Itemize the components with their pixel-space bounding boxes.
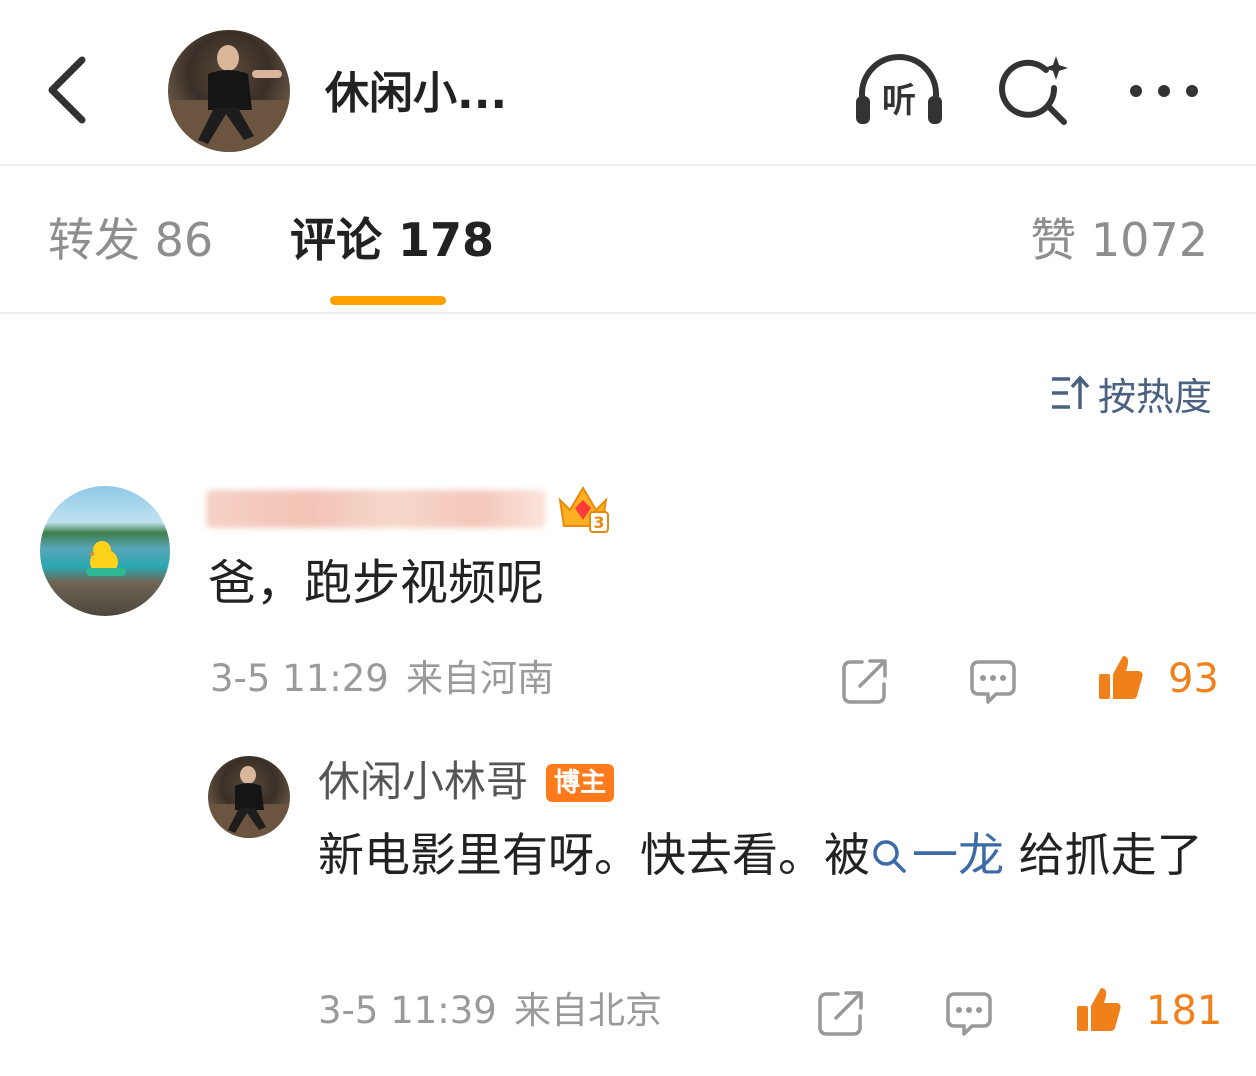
more-icon[interactable] bbox=[1124, 76, 1204, 106]
reply-location: 来自北京 bbox=[514, 989, 662, 1032]
mention-link[interactable]: 一龙 bbox=[870, 828, 1004, 882]
sort-label: 按热度 bbox=[1097, 374, 1212, 419]
search-mention-icon bbox=[873, 840, 906, 873]
search-icon[interactable] bbox=[996, 54, 1072, 130]
reply-author-name[interactable]: 休闲小林哥 bbox=[318, 752, 528, 812]
reply-like-icon[interactable] bbox=[1074, 984, 1124, 1034]
header-avatar[interactable] bbox=[168, 30, 290, 152]
reply-time: 3-5 11:39 bbox=[318, 989, 497, 1032]
reply-text-before: 新电影里有呀。快去看。被 bbox=[318, 828, 870, 882]
mention-text: 一龙 bbox=[912, 828, 1004, 882]
comment-like-count: 93 bbox=[1168, 656, 1219, 702]
commenter-avatar[interactable] bbox=[40, 486, 170, 616]
reply-icon[interactable] bbox=[968, 656, 1018, 706]
page-title: 休闲小... bbox=[325, 68, 508, 119]
tabs-divider bbox=[0, 312, 1256, 314]
sort-button[interactable]: 按热度 bbox=[1050, 366, 1212, 420]
active-tab-indicator bbox=[330, 296, 446, 305]
comment-text: 爸，跑步视频呢 bbox=[208, 555, 545, 611]
tab-comments[interactable]: 评论 178 bbox=[290, 208, 494, 272]
reply-share-icon[interactable] bbox=[816, 988, 866, 1038]
reply-comment-icon[interactable] bbox=[944, 988, 994, 1038]
reply-text: 新电影里有呀。快去看。被 一龙 给抓走了 bbox=[318, 822, 1218, 888]
like-icon[interactable] bbox=[1096, 652, 1146, 702]
reply-text-after: 给抓走了 bbox=[1004, 828, 1203, 882]
tab-likes[interactable]: 赞 1072 bbox=[1030, 208, 1208, 272]
share-icon[interactable] bbox=[840, 656, 890, 706]
listen-icon[interactable]: 听 bbox=[852, 52, 946, 128]
header-divider bbox=[0, 164, 1256, 166]
tab-repost[interactable]: 转发 86 bbox=[48, 208, 213, 272]
reply-like-count: 181 bbox=[1146, 988, 1223, 1034]
comment-time: 3-5 11:29 bbox=[210, 657, 389, 700]
author-badge: 博主 bbox=[546, 764, 615, 802]
vip-level-number: 3 bbox=[593, 513, 604, 532]
comment-location: 来自河南 bbox=[406, 657, 554, 700]
sort-icon bbox=[1051, 375, 1090, 409]
listen-label: 听 bbox=[882, 81, 916, 121]
commenter-name-redacted[interactable] bbox=[206, 490, 546, 528]
back-icon[interactable] bbox=[40, 54, 96, 126]
vip-crown-badge-icon: 3 bbox=[558, 486, 609, 533]
reply-author-avatar[interactable] bbox=[208, 756, 290, 838]
